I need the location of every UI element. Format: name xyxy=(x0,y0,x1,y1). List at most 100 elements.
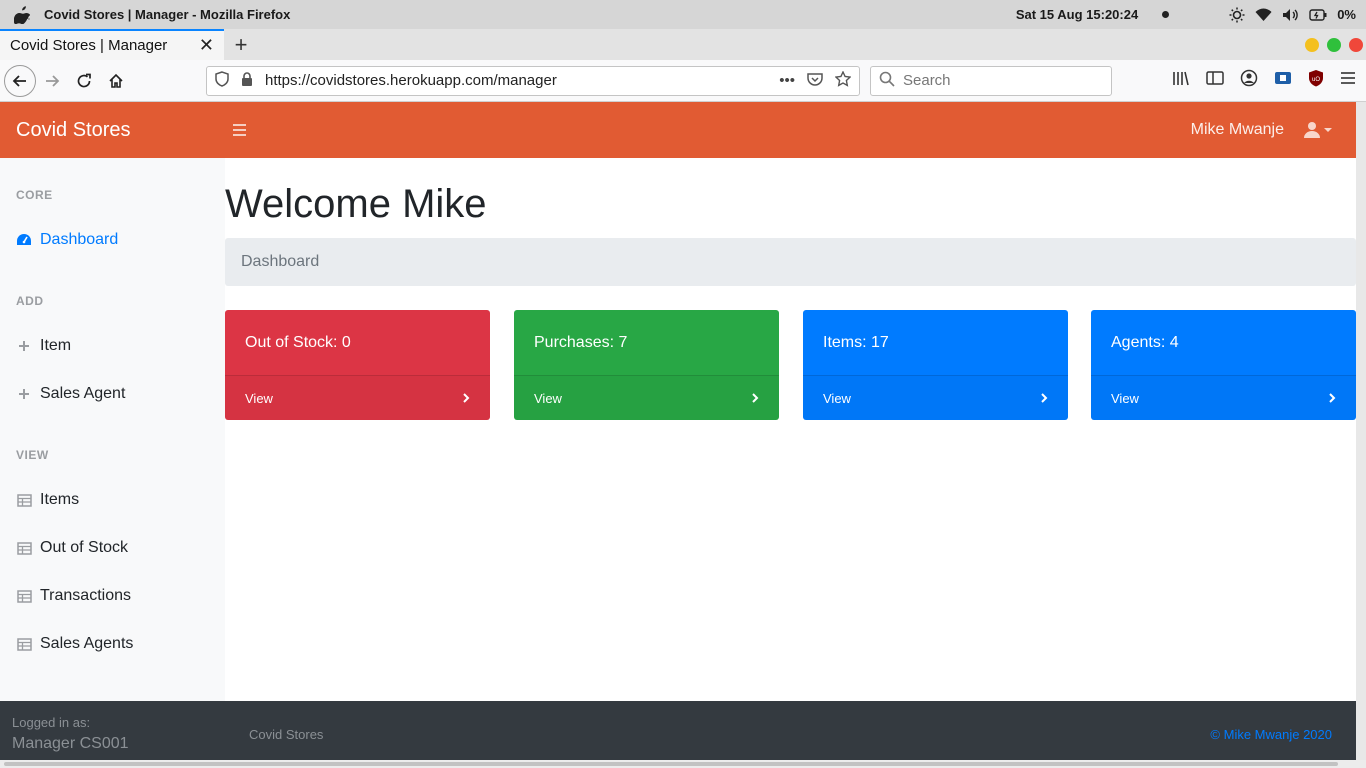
footer-copyright-link[interactable]: © Mike Mwanje 2020 xyxy=(1210,727,1332,742)
user-name: Mike Mwanje xyxy=(1190,121,1284,138)
address-bar[interactable]: https://covidstores.herokuapp.com/manage… xyxy=(206,65,860,96)
page-title: Welcome Mike xyxy=(225,182,487,226)
logged-in-user: Manager CS001 xyxy=(12,735,129,752)
minimize-button[interactable] xyxy=(1305,37,1319,52)
menu-icon[interactable] xyxy=(1340,71,1356,90)
card-items: Items: 17 View xyxy=(803,310,1068,420)
user-icon xyxy=(1304,122,1320,138)
close-tab-icon[interactable]: ✕ xyxy=(199,35,214,56)
sidebar-item-label: Transactions xyxy=(40,587,131,604)
chevron-right-icon xyxy=(1041,393,1048,403)
browser-tab-bar: Covid Stores | Manager ✕ + xyxy=(0,29,1366,60)
horizontal-scrollbar[interactable] xyxy=(0,760,1366,768)
sidebar-item-add-sales-agent[interactable]: Sales Agent xyxy=(16,385,125,403)
card-view-link[interactable]: View xyxy=(225,375,490,420)
table-icon xyxy=(16,493,32,507)
sidebar-item-transactions[interactable]: Transactions xyxy=(16,587,131,605)
sidebar-heading-view: VIEW xyxy=(16,448,49,462)
page-footer: Logged in as: Manager CS001 Covid Stores… xyxy=(0,701,1356,760)
bookmark-star-icon[interactable] xyxy=(834,69,852,91)
os-top-bar: Covid Stores | Manager - Mozilla Firefox… xyxy=(0,0,1366,29)
reload-button[interactable] xyxy=(68,65,100,97)
new-tab-button[interactable]: + xyxy=(224,29,258,60)
plus-icon xyxy=(16,388,32,400)
sidebar-item-out-of-stock[interactable]: Out of Stock xyxy=(16,539,128,557)
card-label: Out of Stock: 0 xyxy=(245,333,351,351)
chevron-right-icon xyxy=(752,393,759,403)
plus-icon xyxy=(16,340,32,352)
sidebar: CORE Dashboard ADD Item Sales Agent VIEW… xyxy=(0,158,225,701)
apple-icon[interactable] xyxy=(0,5,44,24)
window-title: Covid Stores | Manager - Mozilla Firefox xyxy=(44,7,291,22)
home-button[interactable] xyxy=(100,65,132,97)
ublock-origin-icon[interactable]: uO xyxy=(1308,69,1324,92)
sidebar-item-dashboard[interactable]: Dashboard xyxy=(16,231,118,249)
app-header: Covid Stores Mike Mwanje xyxy=(0,102,1356,158)
chevron-right-icon xyxy=(1329,393,1336,403)
library-icon[interactable] xyxy=(1172,70,1190,91)
svg-text:uO: uO xyxy=(1312,77,1320,83)
recording-indicator-icon xyxy=(1162,11,1170,18)
search-icon xyxy=(879,71,895,91)
volume-icon[interactable] xyxy=(1282,8,1299,22)
card-view-link[interactable]: View xyxy=(514,375,779,420)
breadcrumb: Dashboard xyxy=(225,238,1356,286)
sidebar-item-sales-agents[interactable]: Sales Agents xyxy=(16,635,133,653)
card-footer-label: View xyxy=(1111,390,1139,406)
brightness-icon[interactable] xyxy=(1229,7,1245,23)
logged-in-label: Logged in as: xyxy=(12,715,91,730)
forward-button[interactable] xyxy=(36,65,68,97)
scrollbar-thumb[interactable] xyxy=(4,762,1338,766)
brand-link[interactable]: Covid Stores xyxy=(0,119,225,142)
card-label: Agents: 4 xyxy=(1111,333,1179,351)
sidebar-item-label: Items xyxy=(40,491,80,508)
card-footer-label: View xyxy=(823,390,851,406)
chevron-down-icon xyxy=(1324,128,1332,132)
page-actions-icon[interactable]: ••• xyxy=(779,72,795,89)
maximize-button[interactable] xyxy=(1327,37,1341,52)
url-text[interactable]: https://covidstores.herokuapp.com/manage… xyxy=(265,72,767,89)
search-input[interactable]: Search xyxy=(870,65,1112,96)
pocket-icon[interactable] xyxy=(807,72,823,90)
user-dropdown-button[interactable] xyxy=(1304,121,1332,139)
shield-icon[interactable] xyxy=(215,70,229,91)
table-icon xyxy=(16,637,32,651)
sidebar-item-items[interactable]: Items xyxy=(16,491,79,509)
logged-in-info: Logged in as: Manager CS001 xyxy=(12,715,129,753)
battery-icon[interactable] xyxy=(1309,8,1327,21)
card-out-of-stock: Out of Stock: 0 View xyxy=(225,310,490,420)
sidebar-item-label: Sales Agent xyxy=(40,385,126,402)
sidebar-heading-core: CORE xyxy=(16,188,53,202)
battery-percent: 0% xyxy=(1337,7,1356,22)
table-icon xyxy=(16,541,32,555)
lock-icon[interactable] xyxy=(241,71,253,90)
breadcrumb-item: Dashboard xyxy=(241,253,320,270)
sidebar-toggle-icon[interactable] xyxy=(233,124,263,136)
card-footer-label: View xyxy=(534,390,562,406)
wifi-icon[interactable] xyxy=(1255,8,1272,22)
account-icon[interactable] xyxy=(1240,69,1258,92)
vertical-scrollbar[interactable] xyxy=(1356,102,1366,768)
card-label: Purchases: 7 xyxy=(534,333,628,351)
close-window-button[interactable] xyxy=(1349,37,1363,52)
extension-icon[interactable] xyxy=(1274,69,1292,92)
browser-tab[interactable]: Covid Stores | Manager ✕ xyxy=(0,29,224,60)
card-purchases: Purchases: 7 View xyxy=(514,310,779,420)
browser-nav-bar: https://covidstores.herokuapp.com/manage… xyxy=(0,60,1366,102)
card-agents: Agents: 4 View xyxy=(1091,310,1356,420)
table-icon xyxy=(16,589,32,603)
reader-view-icon[interactable] xyxy=(1206,70,1224,91)
footer-brand: Covid Stores xyxy=(249,727,324,742)
sidebar-heading-add: ADD xyxy=(16,294,44,308)
search-placeholder: Search xyxy=(903,72,951,89)
card-view-link[interactable]: View xyxy=(1091,375,1356,420)
sidebar-item-label: Dashboard xyxy=(40,231,119,248)
card-label: Items: 17 xyxy=(823,333,889,351)
clock[interactable]: Sat 15 Aug 15:20:24 xyxy=(1016,7,1138,22)
sidebar-item-add-item[interactable]: Item xyxy=(16,337,71,355)
back-button[interactable] xyxy=(4,64,36,97)
tab-title: Covid Stores | Manager xyxy=(10,37,168,54)
sidebar-item-label: Sales Agents xyxy=(40,635,134,652)
card-view-link[interactable]: View xyxy=(803,375,1068,420)
main-content: Welcome Mike Dashboard Out of Stock: 0 V… xyxy=(225,158,1356,701)
